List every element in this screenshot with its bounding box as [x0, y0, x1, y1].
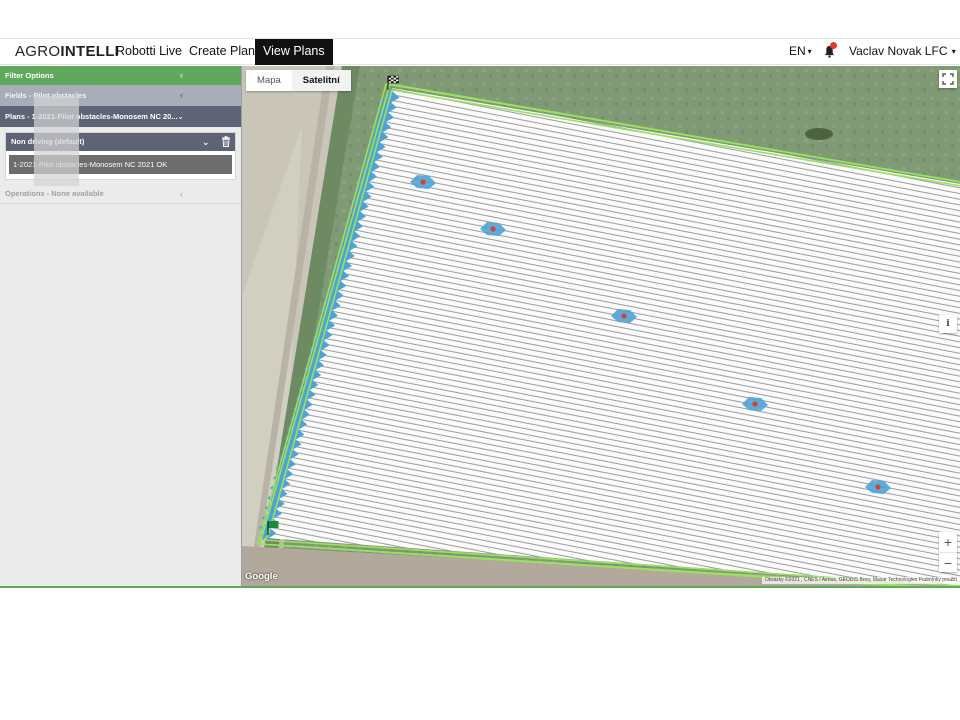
operations-label: Operations - None available: [5, 189, 104, 198]
map-attribution[interactable]: Obrázky ©2021 , CNES / Airbus, GEODIS Br…: [761, 577, 960, 584]
zoom-out-button[interactable]: −: [939, 552, 957, 572]
zoom-control: + −: [939, 532, 957, 572]
map-view[interactable]: Mapa Satelitní i + − Google Obrázky ©202…: [241, 66, 960, 586]
map-type-satellite[interactable]: Satelitní: [291, 70, 351, 91]
caret-down-icon: ▾: [949, 47, 956, 56]
chevron-left-icon[interactable]: ‹: [180, 184, 183, 204]
chevron-left-icon[interactable]: ‹: [180, 85, 183, 106]
user-name: Vaclav Novak LFC: [849, 44, 948, 58]
nav-create-plan[interactable]: Create Plan: [181, 39, 263, 65]
filter-options-label: Filter Options: [5, 71, 54, 80]
google-logo: Google: [245, 571, 278, 582]
trash-icon[interactable]: [221, 136, 231, 147]
plans-label: Plans - 1-2021-Pilot obstacles-Monosem N…: [5, 112, 178, 121]
fullscreen-button[interactable]: [939, 70, 957, 88]
chevron-down-icon[interactable]: ⌄: [202, 133, 210, 151]
brand-logo[interactable]: AGROINTELLI: [15, 43, 119, 60]
info-button[interactable]: i: [939, 315, 957, 333]
footer-accent-bar: [0, 586, 960, 588]
nav-robotti-live[interactable]: Robotti Live: [108, 39, 190, 65]
chevron-down-icon[interactable]: ⌄: [177, 106, 184, 127]
sidebar: Filter Options ‹ Fields - Pilot obstacle…: [0, 66, 241, 586]
caret-down-icon: ▾: [807, 47, 812, 56]
satellite-map-canvas[interactable]: [242, 66, 960, 586]
fullscreen-icon: [942, 73, 954, 85]
language-dropdown[interactable]: EN ▾: [789, 39, 812, 65]
user-menu[interactable]: Vaclav Novak LFC ▾: [849, 39, 956, 65]
chevron-left-icon[interactable]: ‹: [180, 66, 183, 85]
drag-ghost-overlay: [34, 96, 79, 186]
filter-options-header[interactable]: Filter Options ‹: [0, 66, 241, 85]
tree-cluster: [805, 128, 833, 140]
brand-light: AGRO: [15, 43, 61, 60]
nav-view-plans[interactable]: View Plans: [255, 39, 333, 65]
top-navbar: AGROINTELLI Robotti Live Create Plan Vie…: [0, 38, 960, 65]
language-label: EN: [789, 44, 806, 58]
map-type-switcher: Mapa Satelitní: [246, 70, 351, 91]
notification-badge: [830, 42, 837, 49]
map-type-mapa[interactable]: Mapa: [246, 70, 292, 91]
operations-header[interactable]: Operations - None available ‹: [0, 184, 241, 204]
app-root: AGROINTELLI Robotti Live Create Plan Vie…: [0, 38, 960, 588]
zoom-in-button[interactable]: +: [939, 532, 957, 552]
